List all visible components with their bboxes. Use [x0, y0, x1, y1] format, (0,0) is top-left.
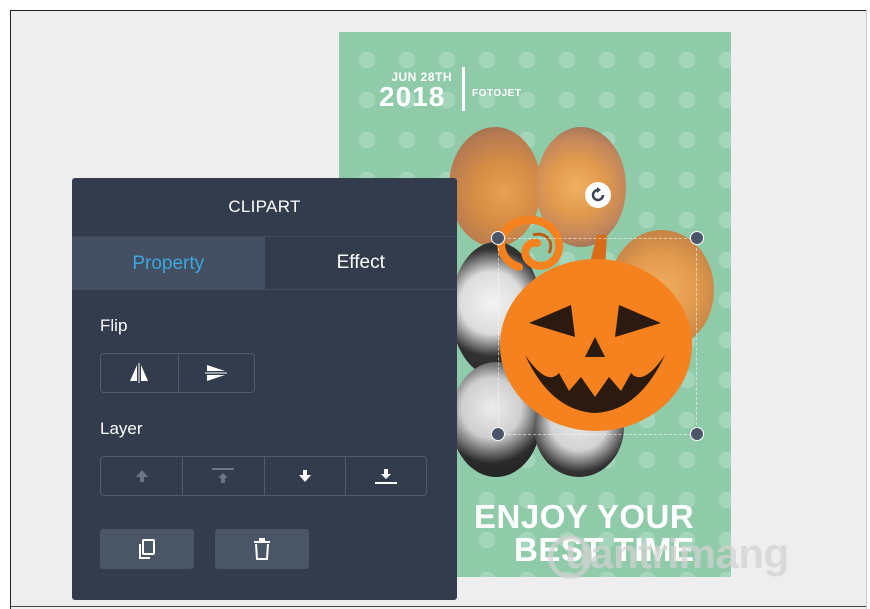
poster-brand[interactable]: FOTOJET [472, 88, 521, 99]
flip-horizontal-button[interactable] [101, 354, 178, 392]
resize-handle-bottom-right[interactable] [690, 427, 704, 441]
rotate-handle[interactable] [585, 182, 611, 208]
arrow-up-icon [135, 470, 148, 482]
tab-property[interactable]: Property [72, 237, 265, 290]
bring-to-front-button[interactable] [182, 457, 263, 495]
poster-headline-line1[interactable]: ENJOY YOUR [474, 500, 695, 533]
panel-title: CLIPART [72, 178, 457, 237]
tab-effect[interactable]: Effect [264, 237, 457, 290]
frame-border-top [10, 10, 870, 11]
flip-vertical-button[interactable] [177, 354, 255, 392]
resize-handle-top-left[interactable] [491, 231, 505, 245]
clipart-panel: CLIPART Property Effect Flip Layer [72, 178, 457, 600]
frame-border-left [10, 10, 11, 609]
arrow-up-to-top-icon [212, 468, 235, 483]
arrow-down-to-bottom-icon [374, 469, 397, 484]
frame-border-bottom [10, 606, 870, 607]
poster-date[interactable]: JUN 28TH 2018 [379, 70, 452, 111]
selection-box [498, 238, 697, 435]
flip-vertical-icon [205, 365, 228, 381]
flip-horizontal-icon [130, 363, 149, 383]
bring-forward-button[interactable] [101, 457, 182, 495]
send-backward-button[interactable] [263, 457, 345, 495]
poster-date-year[interactable]: 2018 [379, 83, 452, 111]
trash-icon [254, 538, 270, 560]
copy-icon [139, 539, 155, 559]
poster-divider [462, 67, 465, 111]
duplicate-button[interactable] [100, 529, 194, 569]
flip-label: Flip [100, 316, 128, 335]
arrow-down-icon [298, 470, 311, 482]
panel-tabs: Property Effect [72, 237, 457, 290]
watermark-text: uantrimang [565, 530, 789, 577]
layer-label: Layer [100, 419, 143, 438]
delete-button[interactable] [215, 529, 309, 569]
layer-button-group [100, 456, 427, 496]
resize-handle-top-right[interactable] [690, 231, 704, 245]
frame-border-right [866, 10, 870, 609]
send-to-back-button[interactable] [344, 457, 426, 495]
resize-handle-bottom-left[interactable] [491, 427, 505, 441]
flip-button-group [100, 353, 255, 393]
rotate-icon [591, 187, 605, 202]
